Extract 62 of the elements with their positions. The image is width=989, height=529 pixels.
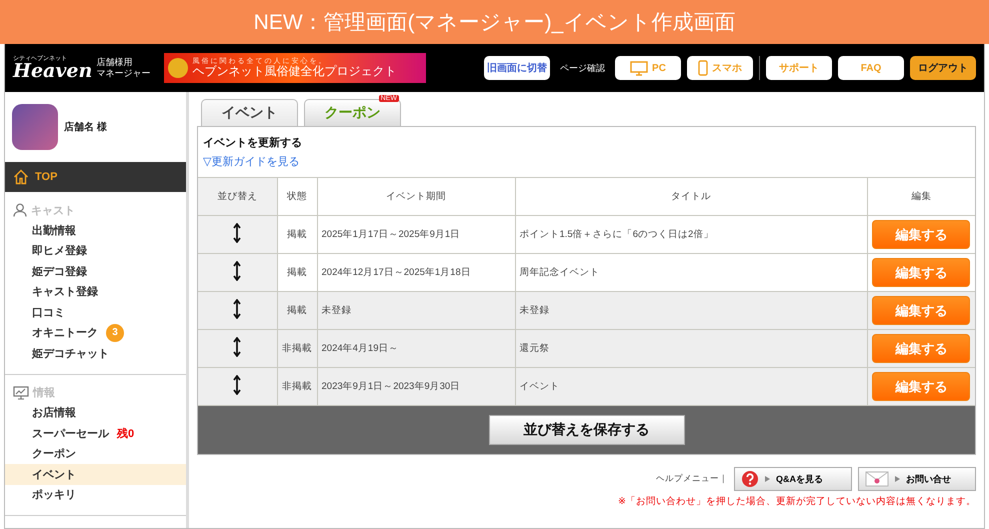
status-cell: 掲載 xyxy=(277,292,317,330)
status-cell: 掲載 xyxy=(277,216,317,254)
drag-handle-icon[interactable] xyxy=(233,223,242,243)
page-title: NEW：管理画面(マネージャー)_イベント作成画面 xyxy=(0,0,989,44)
top-menu-item[interactable]: TOP xyxy=(5,162,186,192)
column-header: イベント期間 xyxy=(317,178,515,216)
title-cell: ポイント1.5倍＋さらに「6のつく日は2倍」 xyxy=(515,216,867,254)
logout-button[interactable]: ログアウト xyxy=(910,56,976,80)
drag-handle-icon[interactable] xyxy=(233,299,242,319)
period-cell: 2025年1月17日～2025年9月1日 xyxy=(317,216,515,254)
monitor-icon xyxy=(13,386,29,400)
sidebar-item[interactable]: 出勤情報 xyxy=(5,220,186,240)
tab[interactable]: イベント xyxy=(201,99,298,126)
column-header: 状態 xyxy=(277,178,317,216)
question-icon xyxy=(741,470,759,488)
period-cell: 未登録 xyxy=(317,292,515,330)
help-menu-label: ヘルプメニュー｜ xyxy=(656,473,728,485)
section-title: 情報 xyxy=(33,386,55,400)
sidebar-item[interactable]: 口コミ xyxy=(5,302,186,322)
title-cell: イベント xyxy=(515,368,867,406)
shop-name: 店舗名 様 xyxy=(64,120,107,134)
sidebar-item[interactable]: ポッキリ xyxy=(5,484,186,505)
envelope-icon xyxy=(865,471,889,487)
drag-handle-icon[interactable] xyxy=(233,337,242,357)
person-icon xyxy=(13,203,27,217)
sidebar-item[interactable]: スーパーセール 残0 xyxy=(5,423,186,444)
guide-link[interactable]: ▽更新ガイドを見る xyxy=(203,154,300,169)
sidebar-item[interactable]: 姫デコ登録 xyxy=(5,261,186,282)
smartphone-icon xyxy=(698,60,708,76)
save-order-button[interactable]: 並び替えを保存する xyxy=(488,415,684,445)
help-button[interactable]: Q&Aを見る xyxy=(734,467,852,491)
switch-screen-button[interactable]: 旧画面に切替 xyxy=(484,56,550,80)
sidebar-item[interactable]: キャスト登録 xyxy=(5,282,186,302)
sidebar-item[interactable]: 即ヒメ登録 xyxy=(5,240,186,261)
sidebar-item[interactable]: イベント xyxy=(5,464,186,484)
shop-photo-placeholder xyxy=(12,104,58,150)
column-header: 編集 xyxy=(867,178,975,216)
status-cell: 非掲載 xyxy=(277,368,317,406)
sidebar-item[interactable]: 姫デコチャット xyxy=(5,343,186,364)
column-header: タイトル xyxy=(515,178,867,216)
drag-handle-icon[interactable] xyxy=(233,375,242,395)
title-cell: 還元祭 xyxy=(515,330,867,368)
monitor-icon xyxy=(630,60,648,76)
section-title: キャスト xyxy=(31,204,75,218)
panel-heading: イベントを更新する xyxy=(203,136,303,150)
period-cell: 2023年9月1日～2023年9月30日 xyxy=(317,368,515,406)
sidebar-item[interactable]: お店情報 xyxy=(5,402,186,423)
column-header: 並び替え xyxy=(198,178,277,216)
remaining-count: 残0 xyxy=(117,426,134,441)
warning-text: ※「お問い合わせ」を押した場合、更新が完了していない内容は無くなります。 xyxy=(617,495,976,508)
count-badge: 3 xyxy=(106,324,124,342)
help-button[interactable]: お問い合せ xyxy=(858,467,976,491)
home-icon xyxy=(13,169,29,185)
triangle-icon xyxy=(765,476,770,482)
sidebar-item[interactable]: クーポン xyxy=(5,444,186,464)
page-check-label: ページ確認 xyxy=(560,62,605,74)
sidebar-item[interactable]: オキニトーク 3 xyxy=(5,322,186,343)
title-cell: 未登録 xyxy=(515,292,867,330)
status-cell: 非掲載 xyxy=(277,330,317,368)
triangle-icon xyxy=(895,476,900,482)
period-cell: 2024年4月19日～ xyxy=(317,330,515,368)
drag-handle-icon[interactable] xyxy=(233,261,242,281)
